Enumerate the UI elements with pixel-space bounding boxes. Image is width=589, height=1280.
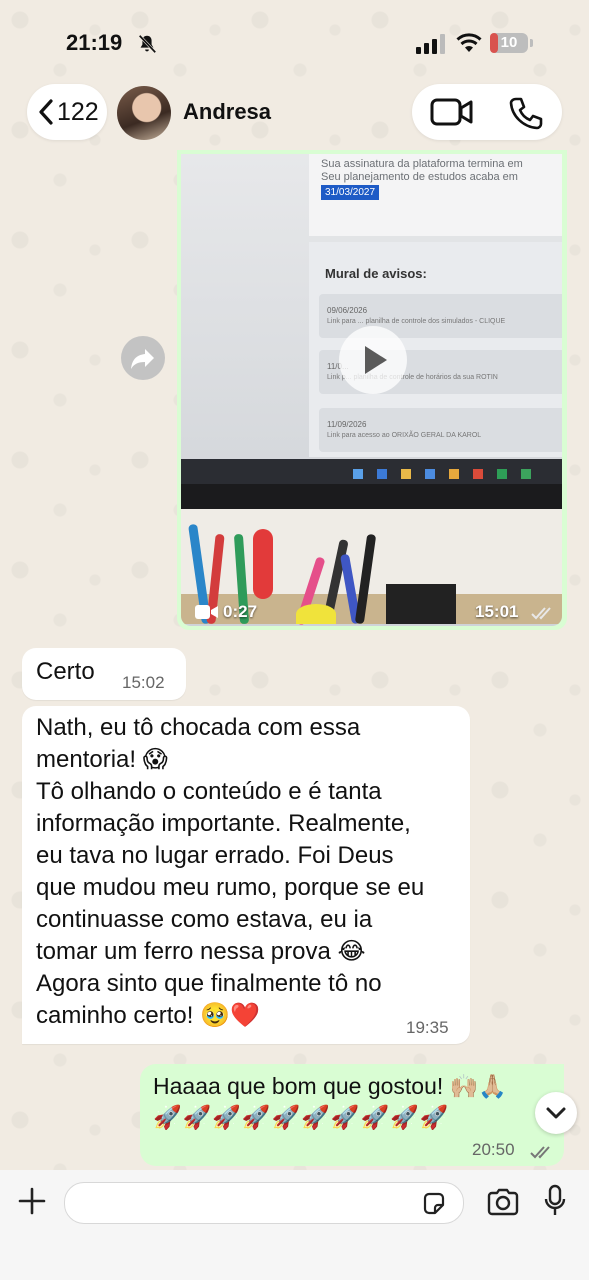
message-input-bar	[0, 1170, 589, 1280]
video-thumbnail[interactable]: Sua assinatura da plataforma termina em …	[181, 154, 562, 626]
screen-subscription-text: Sua assinatura da plataforma termina em	[321, 158, 523, 170]
plus-icon[interactable]	[18, 1187, 46, 1215]
message-line: Haaaa que bom que gostou! 🙌🏼🙏🏼	[153, 1073, 507, 1099]
outgoing-message[interactable]: Haaaa que bom que gostou! 🙌🏼🙏🏼 🚀🚀🚀🚀🚀🚀🚀🚀🚀…	[140, 1064, 564, 1166]
phone-call-icon[interactable]	[508, 96, 544, 130]
taskbar-icon	[497, 469, 507, 479]
chevron-left-icon	[39, 99, 53, 125]
cellular-signal-icon	[416, 34, 445, 54]
message-line: Tô olhando o conteúdo e é tanta	[36, 778, 382, 805]
pen	[354, 533, 377, 625]
call-actions	[412, 84, 562, 140]
message-line: tomar um ferro nessa prova 😂	[36, 938, 366, 965]
battery-indicator: 10	[490, 33, 528, 53]
message-line: caminho certo! 🥹❤️	[36, 1002, 260, 1029]
chevron-down-icon	[546, 1107, 566, 1119]
video-duration: 0:27	[223, 602, 258, 621]
camera-icon[interactable]	[486, 1187, 520, 1217]
forward-arrow-icon	[131, 349, 154, 369]
taskbar-icon	[521, 469, 531, 479]
taskbar-icon	[449, 469, 459, 479]
message-time: 20:50	[472, 1140, 515, 1159]
message-line: informação importante. Realmente,	[36, 810, 411, 837]
notice-text: Link para acesso ao ORIXÃO GERAL DA KARO…	[327, 432, 482, 439]
battery-tip	[530, 39, 533, 47]
message-line: continuasse como estava, eu ia	[36, 906, 373, 933]
taskbar-icon	[473, 469, 483, 479]
notice-date: 11/09/2026	[327, 420, 367, 429]
back-button[interactable]: 122	[27, 84, 107, 140]
status-bar: 21:19 10	[0, 0, 589, 84]
taskbar-icon	[377, 469, 387, 479]
wifi-icon	[456, 33, 482, 52]
double-check-icon	[530, 1146, 550, 1159]
message-input[interactable]	[64, 1182, 464, 1224]
red-object	[253, 529, 273, 599]
play-button[interactable]	[339, 326, 407, 394]
taskbar-icon	[401, 469, 411, 479]
sticker-icon[interactable]	[421, 1191, 447, 1217]
message-line: mentoria! 😱	[36, 746, 168, 773]
message-time: 19:35	[406, 1018, 449, 1037]
taskbar-icon	[353, 469, 363, 479]
message-text: Certo	[36, 658, 95, 685]
contact-avatar[interactable]	[117, 86, 171, 140]
screen-date-badge: 31/03/2027	[321, 185, 380, 200]
play-icon	[365, 346, 387, 374]
incoming-message[interactable]: Nath, eu tô chocada com essa mentoria! 😱…	[22, 706, 470, 1044]
scroll-to-bottom-button[interactable]	[535, 1092, 577, 1134]
screen-planning-text: Seu planejamento de estudos acaba em	[321, 171, 518, 183]
video-message[interactable]: Sua assinatura da plataforma termina em …	[177, 150, 567, 630]
screen-mural-title: Mural de avisos:	[325, 266, 427, 281]
incoming-message[interactable]: Certo 15:02	[22, 648, 186, 700]
message-text: Haaaa que bom que gostou! 🙌🏼🙏🏼 🚀🚀🚀🚀🚀🚀🚀🚀🚀…	[153, 1070, 507, 1134]
double-check-icon	[531, 607, 551, 620]
battery-percent: 10	[500, 34, 518, 51]
notice-date: 09/06/2026	[327, 306, 368, 315]
video-screen-content: Sua assinatura da plataforma termina em …	[181, 154, 562, 489]
screen-notice: 11/09/2026 Link para acesso ao ORIXÃO GE…	[319, 408, 562, 452]
bell-muted-icon	[138, 34, 157, 54]
message-line: Agora sinto que finalmente tô no	[36, 970, 382, 997]
message-text: Nath, eu tô chocada com essa mentoria! 😱…	[36, 712, 424, 1032]
taskbar-icon	[425, 469, 435, 479]
yellow-object	[296, 604, 336, 624]
notice-text: Link para ... planilha de controle dos s…	[327, 318, 506, 325]
device	[386, 584, 456, 624]
message-line: eu tava no lugar errado. Foi Deus	[36, 842, 394, 869]
status-time: 21:19	[66, 30, 123, 55]
contact-name[interactable]: Andresa	[183, 99, 271, 125]
message-line: Nath, eu tô chocada com essa	[36, 714, 361, 741]
microphone-icon[interactable]	[543, 1184, 567, 1218]
forward-button[interactable]	[121, 336, 165, 380]
video-call-icon[interactable]	[430, 97, 474, 127]
message-line: que mudou meu rumo, porque se eu	[36, 874, 425, 901]
unread-count: 122	[57, 98, 99, 126]
video-camera-icon	[195, 605, 218, 619]
message-line: 🚀🚀🚀🚀🚀🚀🚀🚀🚀🚀	[153, 1105, 450, 1131]
message-time: 15:01	[475, 602, 519, 621]
message-time: 15:02	[122, 673, 165, 692]
